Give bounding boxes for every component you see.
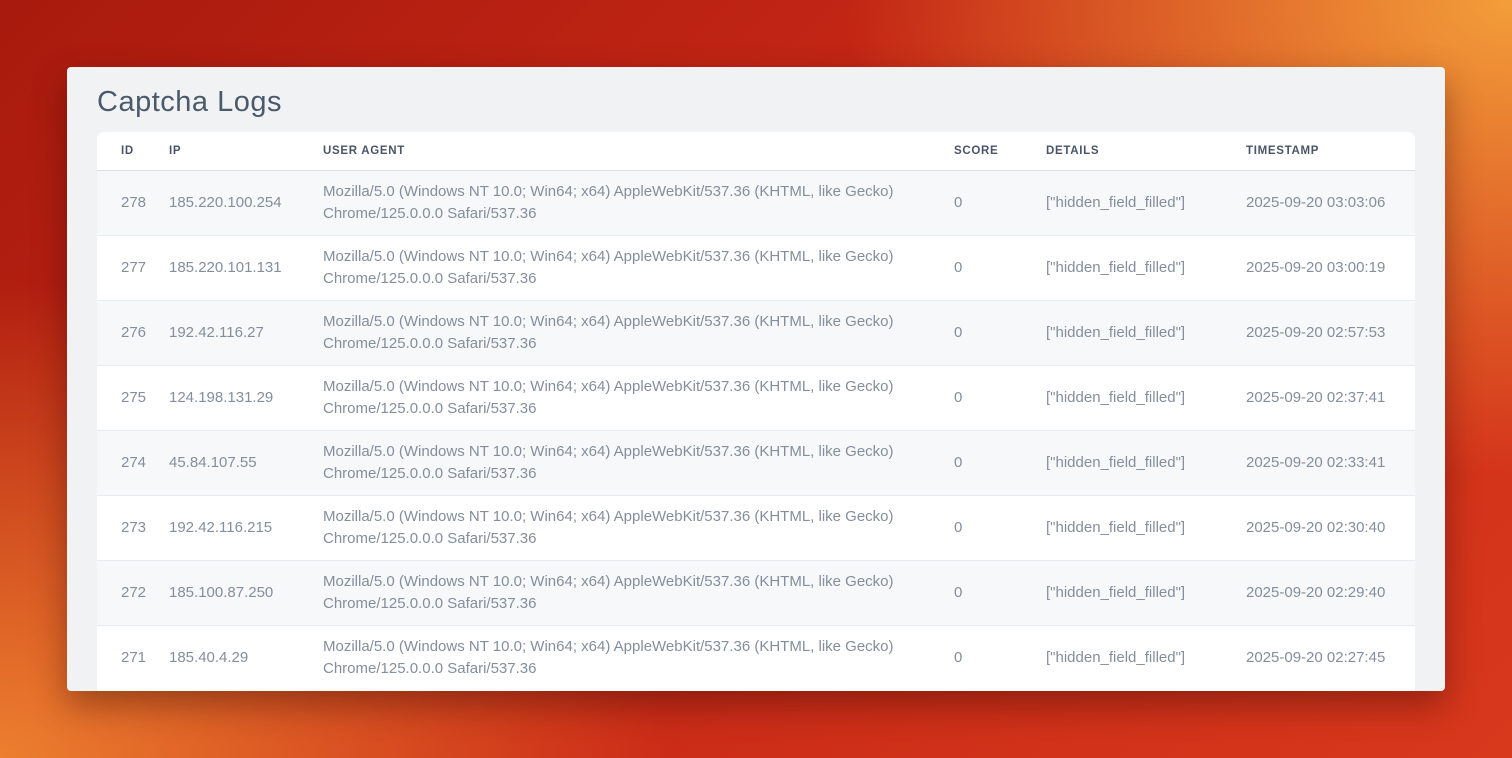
cell-ip: 185.220.100.254: [169, 170, 323, 235]
cell-details: ["hidden_field_filled"]: [1046, 365, 1246, 430]
cell-details: ["hidden_field_filled"]: [1046, 560, 1246, 625]
cell-score: 0: [954, 625, 1046, 690]
cell-score: 0: [954, 235, 1046, 300]
cell-user-agent: Mozilla/5.0 (Windows NT 10.0; Win64; x64…: [323, 625, 954, 690]
cell-ip: 124.198.131.29: [169, 365, 323, 430]
cell-details: ["hidden_field_filled"]: [1046, 495, 1246, 560]
background: { "page": { "title": "Captcha Logs" }, "…: [0, 0, 1512, 758]
cell-score: 0: [954, 170, 1046, 235]
table-row: 271 185.40.4.29 Mozilla/5.0 (Windows NT …: [97, 625, 1415, 690]
cell-user-agent: Mozilla/5.0 (Windows NT 10.0; Win64; x64…: [323, 560, 954, 625]
table-header-row: ID IP USER AGENT SCORE DETAILS TIMESTAMP: [97, 132, 1415, 170]
column-header-ip: IP: [169, 132, 323, 170]
cell-ip: 192.42.116.27: [169, 300, 323, 365]
column-header-id: ID: [97, 132, 169, 170]
cell-score: 0: [954, 300, 1046, 365]
column-header-user-agent: USER AGENT: [323, 132, 954, 170]
cell-score: 0: [954, 365, 1046, 430]
cell-timestamp: 2025-09-20 02:33:41: [1246, 430, 1415, 495]
cell-user-agent: Mozilla/5.0 (Windows NT 10.0; Win64; x64…: [323, 495, 954, 560]
cell-timestamp: 2025-09-20 02:30:40: [1246, 495, 1415, 560]
table-row: 272 185.100.87.250 Mozilla/5.0 (Windows …: [97, 560, 1415, 625]
cell-details: ["hidden_field_filled"]: [1046, 430, 1246, 495]
cell-details: ["hidden_field_filled"]: [1046, 235, 1246, 300]
cell-id: 276: [97, 300, 169, 365]
cell-timestamp: 2025-09-20 02:57:53: [1246, 300, 1415, 365]
table-body: 278 185.220.100.254 Mozilla/5.0 (Windows…: [97, 170, 1415, 690]
table-row: 276 192.42.116.27 Mozilla/5.0 (Windows N…: [97, 300, 1415, 365]
page-title: Captcha Logs: [67, 67, 1445, 132]
cell-id: 273: [97, 495, 169, 560]
table-container: ID IP USER AGENT SCORE DETAILS TIMESTAMP…: [97, 132, 1415, 691]
cell-id: 274: [97, 430, 169, 495]
cell-score: 0: [954, 430, 1046, 495]
cell-score: 0: [954, 560, 1046, 625]
cell-ip: 185.100.87.250: [169, 560, 323, 625]
cell-timestamp: 2025-09-20 03:03:06: [1246, 170, 1415, 235]
table-row: 278 185.220.100.254 Mozilla/5.0 (Windows…: [97, 170, 1415, 235]
cell-details: ["hidden_field_filled"]: [1046, 625, 1246, 690]
cell-user-agent: Mozilla/5.0 (Windows NT 10.0; Win64; x64…: [323, 235, 954, 300]
cell-ip: 185.40.4.29: [169, 625, 323, 690]
cell-ip: 185.220.101.131: [169, 235, 323, 300]
table-row: 274 45.84.107.55 Mozilla/5.0 (Windows NT…: [97, 430, 1415, 495]
column-header-timestamp: TIMESTAMP: [1246, 132, 1415, 170]
cell-details: ["hidden_field_filled"]: [1046, 300, 1246, 365]
cell-score: 0: [954, 495, 1046, 560]
table-row: 277 185.220.101.131 Mozilla/5.0 (Windows…: [97, 235, 1415, 300]
cell-timestamp: 2025-09-20 03:00:19: [1246, 235, 1415, 300]
captcha-logs-table: ID IP USER AGENT SCORE DETAILS TIMESTAMP…: [97, 132, 1415, 690]
table-row: 275 124.198.131.29 Mozilla/5.0 (Windows …: [97, 365, 1415, 430]
cell-ip: 192.42.116.215: [169, 495, 323, 560]
cell-ip: 45.84.107.55: [169, 430, 323, 495]
column-header-score: SCORE: [954, 132, 1046, 170]
column-header-details: DETAILS: [1046, 132, 1246, 170]
cell-id: 277: [97, 235, 169, 300]
table-row: 273 192.42.116.215 Mozilla/5.0 (Windows …: [97, 495, 1415, 560]
cell-user-agent: Mozilla/5.0 (Windows NT 10.0; Win64; x64…: [323, 365, 954, 430]
cell-id: 271: [97, 625, 169, 690]
cell-user-agent: Mozilla/5.0 (Windows NT 10.0; Win64; x64…: [323, 170, 954, 235]
cell-user-agent: Mozilla/5.0 (Windows NT 10.0; Win64; x64…: [323, 300, 954, 365]
cell-timestamp: 2025-09-20 02:27:45: [1246, 625, 1415, 690]
captcha-logs-card: Captcha Logs ID IP USER AGENT SCORE DETA…: [67, 67, 1445, 691]
cell-user-agent: Mozilla/5.0 (Windows NT 10.0; Win64; x64…: [323, 430, 954, 495]
cell-timestamp: 2025-09-20 02:37:41: [1246, 365, 1415, 430]
cell-id: 275: [97, 365, 169, 430]
cell-timestamp: 2025-09-20 02:29:40: [1246, 560, 1415, 625]
cell-id: 278: [97, 170, 169, 235]
cell-id: 272: [97, 560, 169, 625]
cell-details: ["hidden_field_filled"]: [1046, 170, 1246, 235]
